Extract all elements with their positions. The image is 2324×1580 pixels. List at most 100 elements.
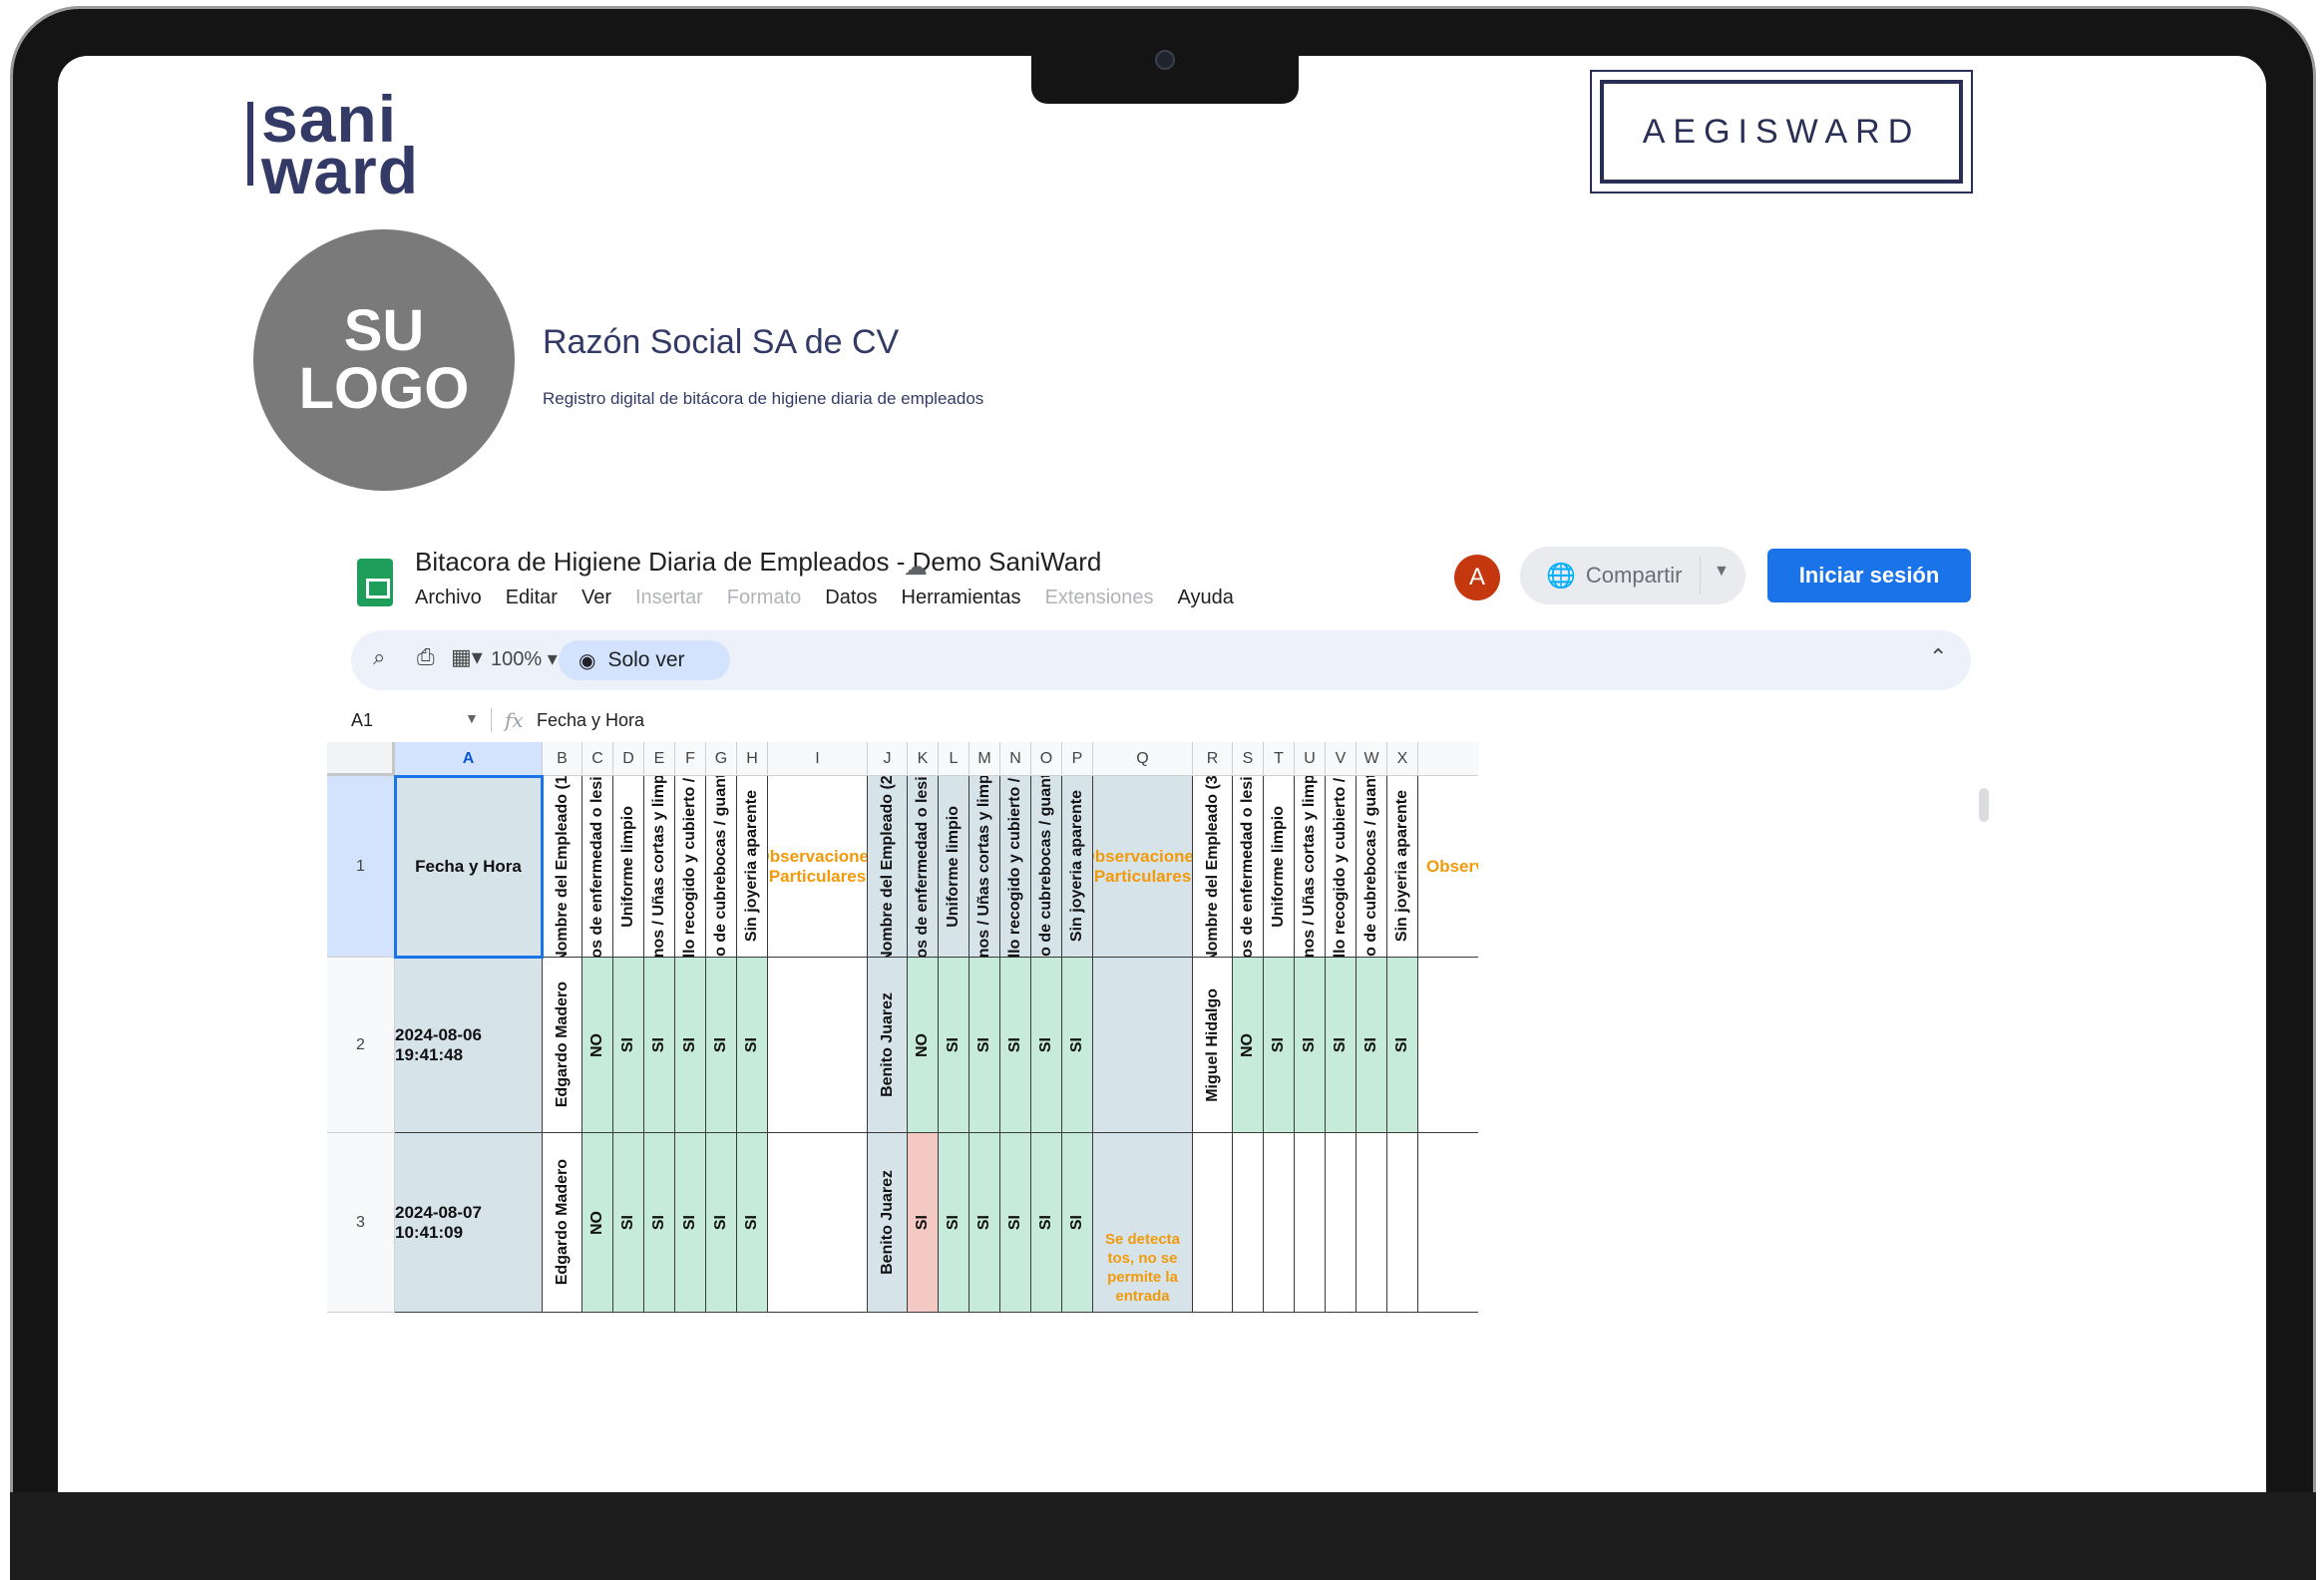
format-icon[interactable]: ▦▾: [451, 644, 483, 670]
header-cell-y[interactable]: Observaciones Particulares: [1418, 776, 1478, 958]
column-header-q[interactable]: Q: [1093, 742, 1193, 776]
vertical-scrollbar[interactable]: [1979, 788, 1989, 822]
menu-item-ayuda[interactable]: Ayuda: [1178, 587, 1234, 609]
header-cell-m[interactable]: Manos / Uñas cortas y limpias: [969, 776, 1000, 958]
header-cell-n[interactable]: Cabello recogido y cubierto / cofia: [1000, 776, 1031, 958]
check-cell[interactable]: SI: [1062, 958, 1093, 1133]
column-header-e[interactable]: E: [644, 742, 675, 776]
header-cell-f[interactable]: Cabello recogido y cubierto / cofia: [675, 776, 706, 958]
header-cell-i[interactable]: Observaciones Particulares: [768, 776, 868, 958]
check-cell[interactable]: SI: [1031, 958, 1062, 1133]
header-cell-u[interactable]: Manos / Uñas cortas y limpias: [1295, 776, 1326, 958]
check-cell[interactable]: SI: [675, 958, 706, 1133]
column-header-w[interactable]: W: [1356, 742, 1387, 776]
check-cell[interactable]: NO: [908, 958, 939, 1133]
check-cell[interactable]: SI: [737, 958, 768, 1133]
menu-item-ver[interactable]: Ver: [581, 587, 611, 609]
check-cell[interactable]: [1233, 1133, 1264, 1313]
menu-item-herramientas[interactable]: Herramientas: [902, 587, 1021, 609]
observation-cell[interactable]: [768, 958, 868, 1133]
employee-name-cell[interactable]: Miguel Hidalgo: [1193, 958, 1233, 1133]
employee-name-cell[interactable]: Edgardo Madero: [543, 958, 582, 1133]
check-cell[interactable]: NO: [1233, 958, 1264, 1133]
header-cell-g[interactable]: Uso de cubrebocas / guantes: [706, 776, 737, 958]
header-cell-d[interactable]: Uniforme limpio: [613, 776, 644, 958]
column-header-t[interactable]: T: [1264, 742, 1295, 776]
check-cell[interactable]: SI: [737, 1133, 768, 1313]
check-cell[interactable]: SI: [939, 958, 969, 1133]
header-cell-r[interactable]: Nombre del Empleado (3): [1193, 776, 1233, 958]
cloud-icon[interactable]: ☁: [904, 553, 928, 582]
spreadsheet-grid[interactable]: A B C D E F G H I J K L M N O P Q R S T U V W X 1 2 3 Fecha y Hora N…: [327, 742, 2003, 1492]
column-header-p[interactable]: P: [1062, 742, 1093, 776]
column-header-s[interactable]: S: [1233, 742, 1264, 776]
name-box[interactable]: A1: [351, 710, 373, 731]
check-cell[interactable]: SI: [706, 1133, 737, 1313]
menu-item-archivo[interactable]: Archivo: [415, 587, 482, 609]
column-header-k[interactable]: K: [908, 742, 939, 776]
column-header-j[interactable]: J: [868, 742, 908, 776]
observation-cell[interactable]: [1418, 958, 1478, 1133]
employee-name-cell[interactable]: Benito Juarez: [868, 1133, 908, 1313]
signin-button[interactable]: Iniciar sesión: [1767, 549, 1971, 602]
menu-item-editar[interactable]: Editar: [506, 587, 558, 609]
employee-name-cell[interactable]: [1193, 1133, 1233, 1313]
menu-item-datos[interactable]: Datos: [825, 587, 877, 609]
check-cell[interactable]: SI: [1356, 958, 1387, 1133]
header-cell-p[interactable]: Sin joyeria aparente: [1062, 776, 1093, 958]
header-cell-a[interactable]: Fecha y Hora: [395, 776, 543, 958]
print-icon[interactable]: ⎙: [417, 644, 435, 670]
column-header-o[interactable]: O: [1031, 742, 1062, 776]
share-button[interactable]: 🌐 Compartir ▼: [1520, 547, 1745, 604]
check-cell[interactable]: [1356, 1133, 1387, 1313]
employee-name-cell[interactable]: Edgardo Madero: [543, 1133, 582, 1313]
zoom-select[interactable]: 100% ▾: [491, 646, 558, 671]
timestamp-cell[interactable]: 2024-08-06 19:41:48: [395, 958, 543, 1133]
check-cell[interactable]: SI: [644, 1133, 675, 1313]
check-cell[interactable]: SI: [1326, 958, 1356, 1133]
grid-corner[interactable]: [327, 742, 395, 776]
column-header-c[interactable]: C: [582, 742, 613, 776]
sheets-logo-icon[interactable]: [357, 559, 393, 606]
column-header-b[interactable]: B: [543, 742, 582, 776]
header-cell-o[interactable]: Uso de cubrebocas / guantes: [1031, 776, 1062, 958]
user-avatar[interactable]: A: [1454, 555, 1500, 600]
timestamp-cell[interactable]: 2024-08-07 10:41:09: [395, 1133, 543, 1313]
check-cell[interactable]: SI: [1000, 1133, 1031, 1313]
row-header-1[interactable]: 1: [327, 776, 395, 958]
header-cell-q[interactable]: Observaciones Particulares: [1093, 776, 1193, 958]
check-cell[interactable]: SI: [908, 1133, 939, 1313]
column-header-x[interactable]: X: [1387, 742, 1418, 776]
header-cell-s[interactable]: Signos de enfermedad o lesiones: [1233, 776, 1264, 958]
header-cell-l[interactable]: Uniforme limpio: [939, 776, 969, 958]
row-header-3[interactable]: 3: [327, 1133, 395, 1313]
check-cell[interactable]: SI: [1387, 958, 1418, 1133]
check-cell[interactable]: SI: [675, 1133, 706, 1313]
header-cell-b[interactable]: Nombre del Empleado (1): [543, 776, 582, 958]
check-cell[interactable]: SI: [969, 958, 1000, 1133]
header-cell-j[interactable]: Nombre del Empleado (2): [868, 776, 908, 958]
column-header-l[interactable]: L: [939, 742, 969, 776]
column-header-r[interactable]: R: [1193, 742, 1233, 776]
check-cell[interactable]: NO: [582, 958, 613, 1133]
check-cell[interactable]: SI: [613, 958, 644, 1133]
name-box-dropdown-icon[interactable]: ▼: [465, 710, 479, 726]
column-y-header[interactable]: [1418, 742, 1478, 776]
share-dropdown-icon[interactable]: ▼: [1714, 563, 1730, 581]
formula-content[interactable]: Fecha y Hora: [537, 710, 644, 731]
observation-cell[interactable]: [1093, 958, 1193, 1133]
row-header-2[interactable]: 2: [327, 958, 395, 1133]
check-cell[interactable]: SI: [969, 1133, 1000, 1313]
column-header-d[interactable]: D: [613, 742, 644, 776]
column-header-u[interactable]: U: [1295, 742, 1326, 776]
header-cell-v[interactable]: Cabello recogido y cubierto / cofia: [1326, 776, 1356, 958]
check-cell[interactable]: NO: [582, 1133, 613, 1313]
check-cell[interactable]: [1295, 1133, 1326, 1313]
column-header-m[interactable]: M: [969, 742, 1000, 776]
check-cell[interactable]: SI: [613, 1133, 644, 1313]
check-cell[interactable]: SI: [706, 958, 737, 1133]
column-header-h[interactable]: H: [737, 742, 768, 776]
header-cell-c[interactable]: Signos de enfermedad o lesiones: [582, 776, 613, 958]
employee-name-cell[interactable]: Benito Juarez: [868, 958, 908, 1133]
column-header-v[interactable]: V: [1326, 742, 1356, 776]
